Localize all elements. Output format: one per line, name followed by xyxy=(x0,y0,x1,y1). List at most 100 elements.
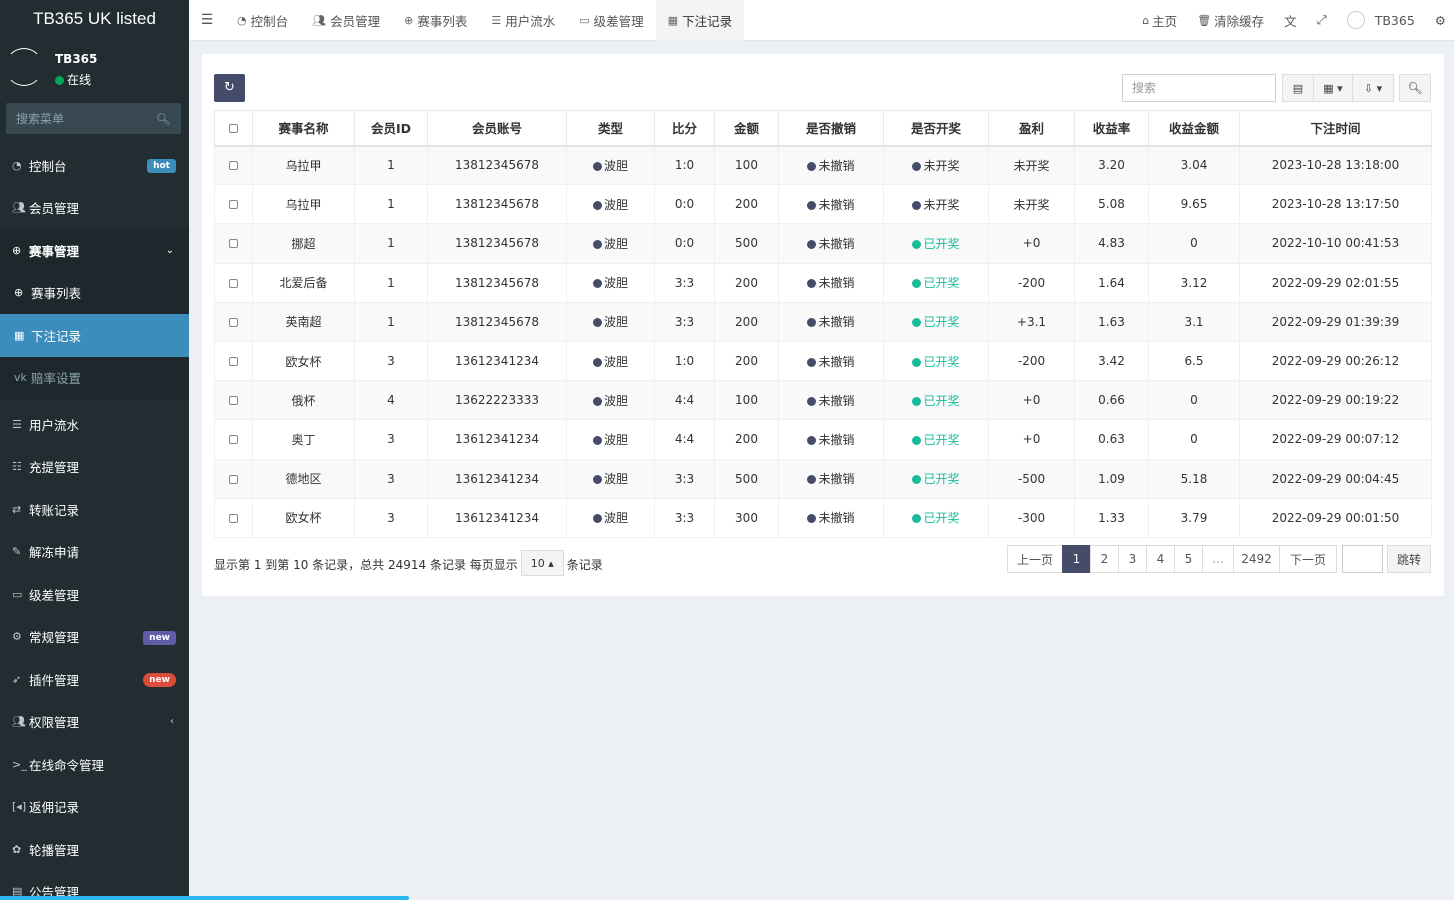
column-header[interactable]: 收益率 xyxy=(1074,110,1149,147)
table-search-input[interactable] xyxy=(1123,75,1275,101)
column-header[interactable]: 会员ID xyxy=(354,110,428,147)
tab-dashboard[interactable]: ◔ 控制台 xyxy=(225,0,300,41)
sidebar-item-unfreeze[interactable]: ✎ 解冻申请 xyxy=(0,531,189,574)
sidebar-item-dashboard[interactable]: ◔ 控制台 hot xyxy=(0,144,189,187)
sidebar-item-deposit-withdraw[interactable]: ☷ 充提管理 xyxy=(0,446,189,489)
table-row[interactable]: 乌拉甲 1 13812345678 波胆 1:0 100 未撤销 未开奖 未开奖 3.20 3.04… xyxy=(214,144,1432,186)
page-button[interactable]: 1 xyxy=(1062,545,1091,573)
table-row[interactable]: 欧女杯 3 13612341234 波胆 3:3 300 未撤销 已开奖 -300 1.33 3.7… xyxy=(214,497,1432,538)
row-checkbox[interactable] xyxy=(229,396,238,406)
table-row[interactable]: 英南超 1 13812345678 波胆 3:3 200 未撤销 已开奖 +3.1 1.63 3.1… xyxy=(214,301,1432,342)
amount-cell: 500 xyxy=(714,458,779,499)
page-button[interactable]: 4 xyxy=(1146,545,1175,573)
row-select-cell[interactable] xyxy=(214,301,253,342)
table-row[interactable]: 北爱后备 1 13812345678 波胆 3:3 200 未撤销 已开奖 -200 1.64 3.… xyxy=(214,262,1432,303)
search-button[interactable]: 🔍︎ xyxy=(1399,74,1431,102)
column-header[interactable]: 金额 xyxy=(714,110,779,147)
drawn-label: 已开奖 xyxy=(923,511,960,526)
row-checkbox[interactable] xyxy=(229,239,238,249)
row-select-cell[interactable] xyxy=(214,184,253,225)
row-select-cell[interactable] xyxy=(214,497,253,538)
jump-button[interactable]: 跳转 xyxy=(1387,545,1431,573)
sidebar-item-tier[interactable]: ▭ 级差管理 xyxy=(0,573,189,616)
table-row[interactable]: 俄杯 4 13622223333 波胆 4:4 100 未撤销 已开奖 +0 0.66 0 2022-… xyxy=(214,380,1432,421)
row-select-cell[interactable] xyxy=(214,380,253,421)
row-checkbox[interactable] xyxy=(229,474,238,484)
export-button[interactable]: ⇩ ▾ xyxy=(1352,74,1394,102)
sidebar-item-online-command[interactable]: >_ 在线命令管理 xyxy=(0,743,189,786)
page-size-dropdown[interactable]: 10 ▴ xyxy=(520,550,564,576)
toggle-view-button[interactable]: ▤ xyxy=(1282,74,1314,102)
table-row[interactable]: 乌拉甲 1 13812345678 波胆 0:0 200 未撤销 未开奖 未开奖 5.08 9.65… xyxy=(214,184,1432,225)
sidebar-item-bet-records[interactable]: ▦ 下注记录 xyxy=(0,314,189,357)
clear-cache-button[interactable]: 🗑︎ 清除缓存 xyxy=(1187,11,1274,30)
row-select-cell[interactable] xyxy=(214,262,253,303)
row-checkbox[interactable] xyxy=(229,435,238,445)
row-checkbox[interactable] xyxy=(229,357,238,367)
fullscreen-button[interactable]: ⤢ xyxy=(1307,12,1337,28)
table-row[interactable]: 欧女杯 3 13612341234 波胆 1:0 200 未撤销 已开奖 -200 3.42 6.5… xyxy=(214,340,1432,382)
income-cell: 5.18 xyxy=(1148,458,1240,499)
row-select-cell[interactable] xyxy=(214,223,253,264)
sidebar-item-events[interactable]: ⊕ 赛事管理 ⌄ xyxy=(0,229,189,272)
sidebar-item-plugins[interactable]: ➶ 插件管理 new xyxy=(0,658,189,701)
sidebar-item-rebate[interactable]: [◂] 返佣记录 xyxy=(0,786,189,829)
row-select-cell[interactable] xyxy=(214,419,253,460)
column-header[interactable]: 收益金额 xyxy=(1148,110,1240,147)
bet-time-cell: 2022-09-29 00:19:22 xyxy=(1239,380,1432,421)
column-header[interactable]: 盈利 xyxy=(988,110,1075,147)
tab-tier[interactable]: ▭ 级差管理 xyxy=(567,0,655,41)
sidebar-item-general[interactable]: ⚙︎ 常规管理 new xyxy=(0,616,189,659)
sidebar-item-event-list[interactable]: ⊕ 赛事列表 xyxy=(0,271,189,314)
page-button[interactable]: 2 xyxy=(1090,545,1119,573)
columns-button[interactable]: ▦ ▾ xyxy=(1313,74,1353,102)
table-row[interactable]: 德地区 3 13612341234 波胆 3:3 500 未撤销 已开奖 -500 1.09 5.1… xyxy=(214,458,1432,499)
menu-search-input[interactable] xyxy=(6,103,181,134)
table-row[interactable]: 挪超 1 13812345678 波胆 0:0 500 未撤销 已开奖 +0 4.83 0 2022-… xyxy=(214,223,1432,264)
column-header[interactable]: 比分 xyxy=(654,110,715,147)
tab-event-list[interactable]: ⊕ 赛事列表 xyxy=(392,0,479,41)
row-checkbox[interactable] xyxy=(229,278,238,288)
home-link[interactable]: ⌂ 主页 xyxy=(1132,11,1187,30)
tab-user-flow[interactable]: ☰ 用户流水 xyxy=(479,0,567,41)
prev-page-button[interactable]: 上一页 xyxy=(1007,545,1063,573)
column-header[interactable]: 下注时间 xyxy=(1239,110,1432,147)
sidebar-item-odds-settings[interactable]: vk 赔率设置 xyxy=(0,356,189,399)
search-icon[interactable]: 🔍︎ xyxy=(156,112,171,126)
row-select-cell[interactable] xyxy=(214,458,253,499)
page-button[interactable]: 5 xyxy=(1174,545,1203,573)
sidebar-item-permissions[interactable]: 👥︎ 权限管理 ‹ xyxy=(0,701,189,744)
row-select-cell[interactable] xyxy=(214,340,253,382)
column-header[interactable]: 是否开奖 xyxy=(883,110,989,147)
row-checkbox[interactable] xyxy=(229,200,238,210)
sidebar-item-transfers[interactable]: ⇄ 转账记录 xyxy=(0,488,189,531)
sidebar-item-user-flow[interactable]: ☰ 用户流水 xyxy=(0,403,189,446)
refresh-button[interactable]: ↻ xyxy=(214,74,245,102)
column-header[interactable]: 赛事名称 xyxy=(252,110,355,147)
column-header[interactable]: 类型 xyxy=(566,110,655,147)
table-row[interactable]: 奥丁 3 13612341234 波胆 4:4 200 未撤销 已开奖 +0 0.63 0 2022-… xyxy=(214,419,1432,460)
rate-cell: 0.66 xyxy=(1074,380,1149,421)
user-menu[interactable]: TB365 xyxy=(1337,11,1425,29)
settings-button[interactable]: ⚙︎ xyxy=(1425,13,1454,28)
column-header[interactable]: 是否撤销 xyxy=(778,110,884,147)
row-select-cell[interactable] xyxy=(214,144,253,186)
column-header[interactable]: 会员账号 xyxy=(427,110,567,147)
sidebar-item-label: 赔率设置 xyxy=(31,371,82,387)
jump-page-input[interactable] xyxy=(1342,545,1383,573)
sidebar-item-members[interactable]: 👥︎ 会员管理 xyxy=(0,187,189,230)
row-checkbox[interactable] xyxy=(229,161,238,171)
page-button[interactable]: 2492 xyxy=(1233,545,1280,573)
row-checkbox[interactable] xyxy=(229,317,238,327)
next-page-button[interactable]: 下一页 xyxy=(1279,545,1337,573)
row-checkbox[interactable] xyxy=(229,513,238,523)
hamburger-icon[interactable]: ☰ xyxy=(189,12,225,28)
app-logo[interactable]: TB365 UK listed xyxy=(0,0,189,40)
select-all-cell[interactable] xyxy=(214,110,253,147)
page-button[interactable]: 3 xyxy=(1118,545,1147,573)
sidebar-item-carousel[interactable]: ✿ 轮播管理 xyxy=(0,828,189,871)
tab-members[interactable]: 👥︎ 会员管理 xyxy=(300,0,392,41)
language-button[interactable]: 文 xyxy=(1274,11,1307,30)
select-all-checkbox[interactable] xyxy=(229,124,238,134)
tab-bet-records[interactable]: ▦ 下注记录 xyxy=(655,0,745,41)
